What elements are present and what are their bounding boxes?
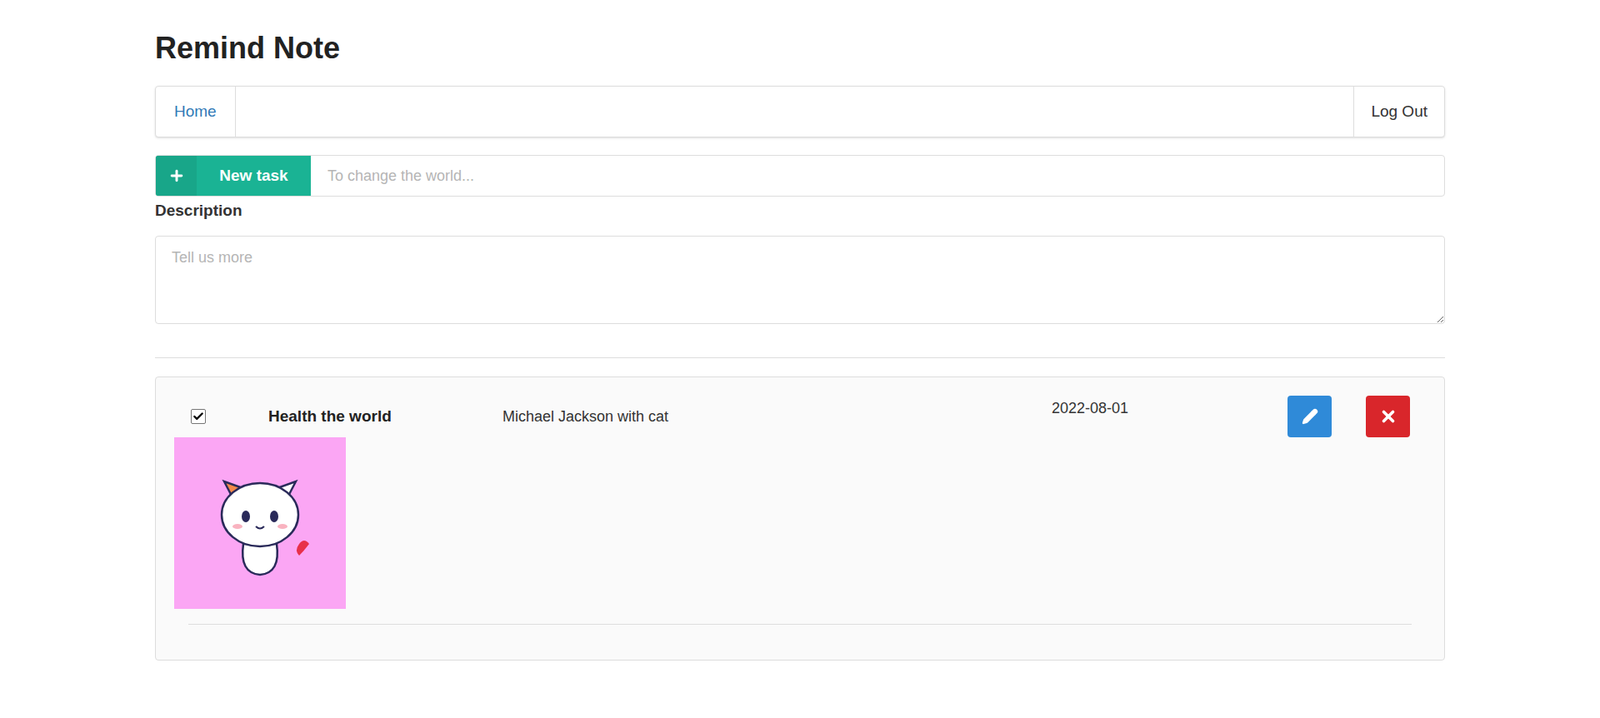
edit-button[interactable]: [1287, 395, 1332, 438]
container: Remind Note Home Log Out New task Descriptio…: [155, 0, 1445, 711]
task-row: Health the worldMichael Jackson with cat…: [174, 395, 1426, 438]
description-label: Description: [155, 200, 1445, 222]
page: Remind Note Home Log Out New task Descriptio…: [0, 0, 1600, 718]
task-title: Health the world: [268, 405, 503, 430]
divider: [155, 357, 1445, 359]
task-checkbox[interactable]: [190, 409, 206, 425]
nav-link[interactable]: Home: [155, 86, 236, 137]
app-title: Remind Note: [155, 30, 1445, 67]
check-icon: [192, 410, 205, 423]
description-textarea[interactable]: [155, 235, 1445, 325]
task-date: 2022-08-01: [1051, 395, 1288, 420]
new-task-button[interactable]: New task: [155, 155, 311, 196]
pencil-icon: [1301, 408, 1319, 425]
task-card: Health the worldMichael Jackson with cat…: [155, 376, 1445, 661]
task-image: [174, 437, 346, 610]
new-task-group: New task: [155, 155, 1445, 197]
navbar: Home Log Out: [155, 85, 1445, 138]
task-title-input[interactable]: [310, 155, 1445, 196]
logout-link[interactable]: Log Out: [1353, 86, 1445, 137]
delete-button[interactable]: [1365, 395, 1410, 438]
plus-icon: [168, 167, 185, 185]
x-icon: [1379, 407, 1398, 426]
task-description: Michael Jackson with cat: [502, 405, 1052, 429]
cat-icon: [205, 465, 315, 582]
task-divider: [188, 624, 1412, 625]
